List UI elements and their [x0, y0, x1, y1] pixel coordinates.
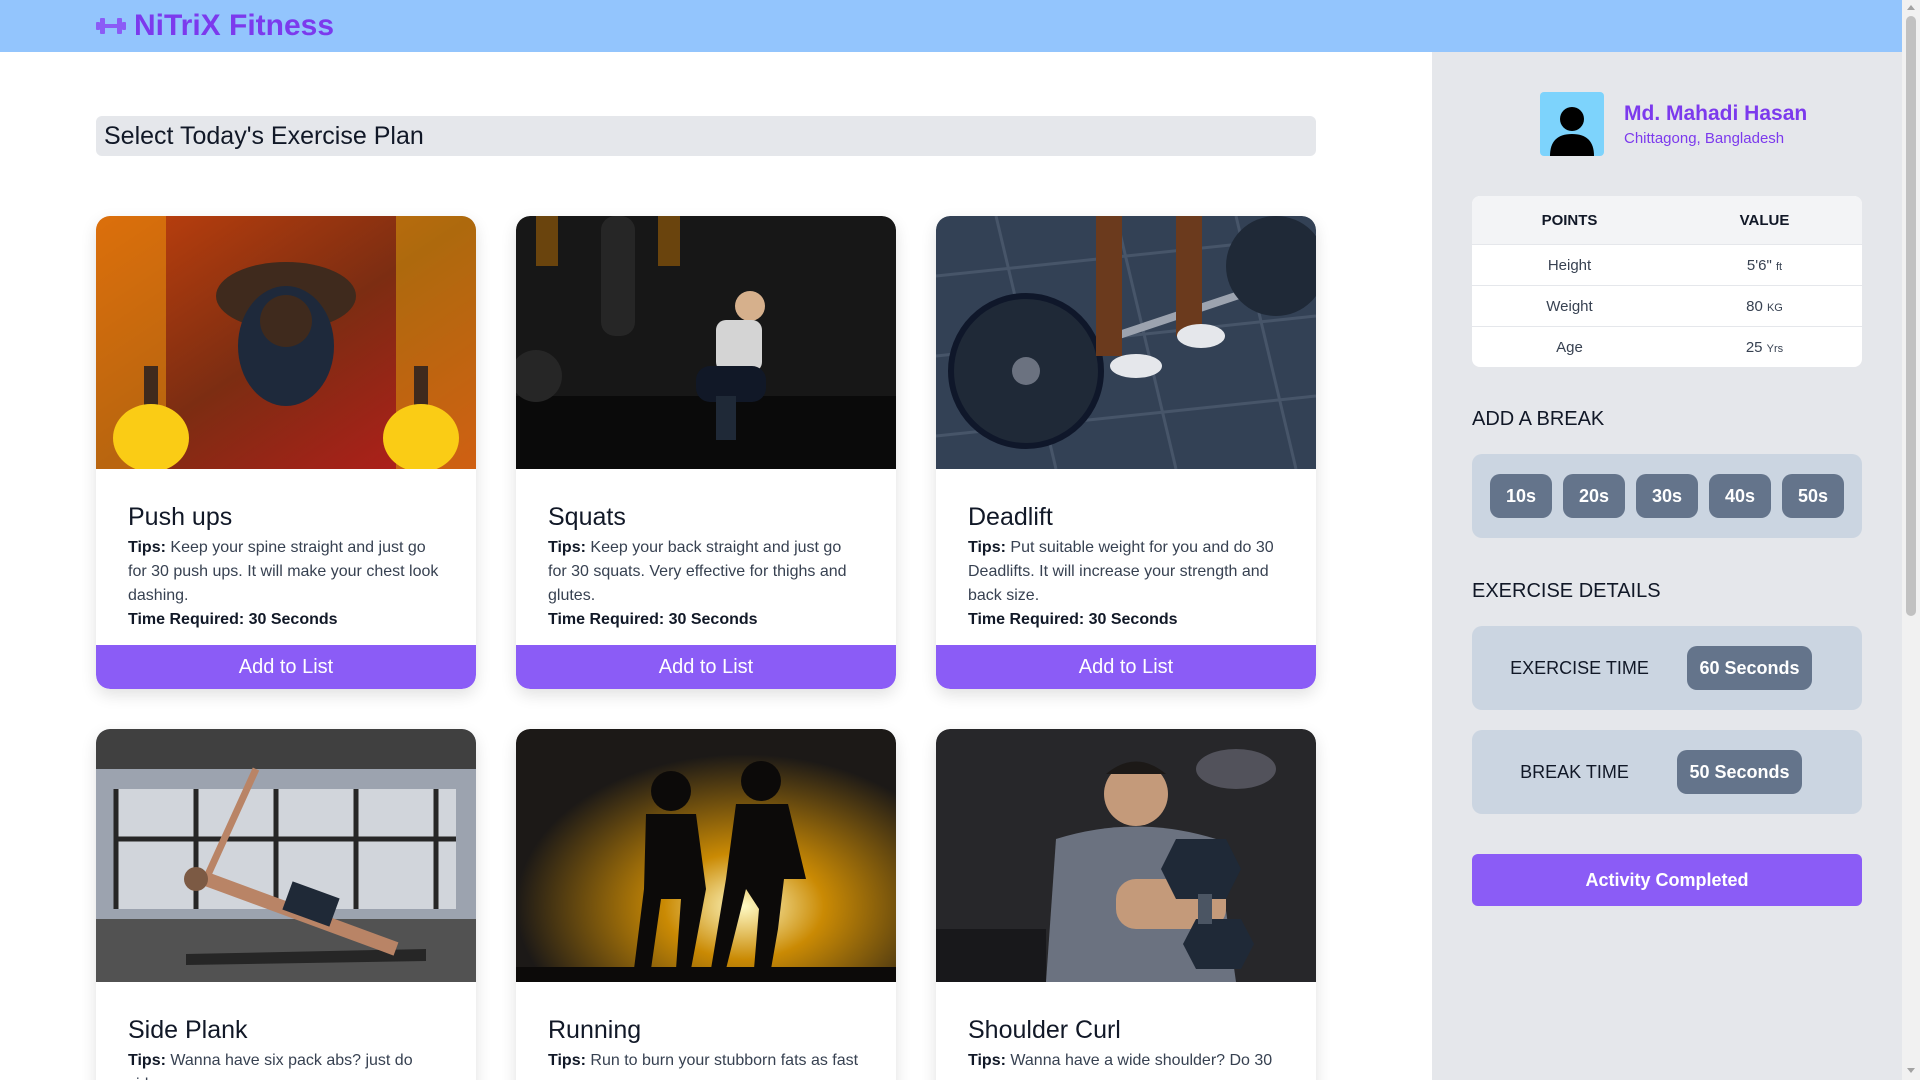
running-image: [516, 729, 896, 982]
break-30s-button[interactable]: 30s: [1636, 474, 1698, 518]
exercise-details-heading: EXERCISE DETAILS: [1472, 580, 1661, 602]
push-ups-image: [96, 216, 476, 469]
stat-value: 80 KG: [1746, 297, 1783, 315]
card-title: Running: [548, 1016, 642, 1044]
break-10s-button[interactable]: 10s: [1490, 474, 1552, 518]
exercise-time-label: EXERCISE TIME: [1510, 657, 1649, 678]
card-time-required: Time Required: 30 Seconds: [128, 611, 338, 628]
column-header: POINTS: [1541, 211, 1598, 229]
break-time-value: 50 Seconds: [1677, 750, 1802, 794]
side-plank-image: [96, 729, 476, 982]
stat-label: Weight: [1546, 297, 1593, 315]
add-to-list-button[interactable]: Add to List: [96, 645, 476, 689]
table-header: POINTS VALUE: [1472, 196, 1862, 244]
break-time-label: BREAK TIME: [1520, 761, 1629, 782]
card-title: Deadlift: [968, 503, 1053, 531]
break-40s-button[interactable]: 40s: [1709, 474, 1771, 518]
squats-image: [516, 216, 896, 469]
break-time-row: BREAK TIME 50 Seconds: [1472, 730, 1862, 814]
break-20s-button[interactable]: 20s: [1563, 474, 1625, 518]
add-to-list-button[interactable]: Add to List: [936, 645, 1316, 689]
card-title: Squats: [548, 503, 626, 531]
card-title: Shoulder Curl: [968, 1016, 1121, 1044]
card-tips: Tips: Keep your spine straight and just …: [128, 539, 439, 604]
exercise-time-value: 60 Seconds: [1687, 646, 1812, 690]
exercise-time-row: EXERCISE TIME 60 Seconds: [1472, 626, 1862, 710]
scroll-down-icon[interactable]: [1907, 1068, 1915, 1073]
exercise-card-side-plank: Side Plank Tips: Wanna have six pack abs…: [96, 729, 476, 1080]
scroll-up-icon[interactable]: [1907, 5, 1915, 10]
profile-sidebar: Md. Mahadi Hasan Chittagong, Bangladesh …: [1432, 52, 1902, 1080]
user-profile: Md. Mahadi Hasan Chittagong, Bangladesh: [1540, 92, 1807, 156]
scrollbar-thumb[interactable]: [1906, 16, 1916, 616]
add-break-heading: ADD A BREAK: [1472, 408, 1605, 430]
brand-name[interactable]: NiTriX Fitness: [134, 9, 334, 43]
table-row: Height 5'6" ft: [1472, 244, 1862, 285]
exercise-card-running: Running Tips: Run to burn your stubborn …: [516, 729, 896, 1080]
page-scrollbar[interactable]: [1902, 0, 1920, 1080]
stat-value: 5'6" ft: [1746, 256, 1783, 274]
page-title: Select Today's Exercise Plan: [96, 116, 1316, 156]
body-stats-table: POINTS VALUE Height 5'6" ft Weight 80 KG…: [1472, 196, 1862, 367]
break-options: 10s 20s 30s 40s 50s: [1472, 454, 1862, 538]
table-row: Age 25 Yrs: [1472, 326, 1862, 367]
card-title: Side Plank: [128, 1016, 248, 1044]
activity-completed-button[interactable]: Activity Completed: [1472, 854, 1862, 906]
user-location: Chittagong, Bangladesh: [1624, 129, 1785, 147]
card-time-required: Time Required: 30 Seconds: [968, 611, 1178, 628]
deadlift-image: [936, 216, 1316, 469]
stat-value: 25 Yrs: [1745, 338, 1784, 356]
exercise-card-push-ups: Push ups Tips: Keep your spine straight …: [96, 216, 476, 689]
top-navbar: NiTriX Fitness: [0, 0, 1902, 52]
user-name: Md. Mahadi Hasan: [1624, 101, 1808, 125]
break-50s-button[interactable]: 50s: [1782, 474, 1844, 518]
avatar: [1540, 92, 1604, 156]
exercise-card-deadlift: Deadlift Tips: Put suitable weight for y…: [936, 216, 1316, 689]
card-tips: Tips: Wanna have a wide shoulder? Do 30: [968, 1052, 1273, 1069]
card-tips: Tips: Run to burn your stubborn fats as …: [548, 1052, 859, 1069]
card-title: Push ups: [128, 503, 233, 531]
add-to-list-button[interactable]: Add to List: [516, 645, 896, 689]
dumbbell-icon: [96, 18, 126, 34]
exercise-card-shoulder-curl: Shoulder Curl Tips: Wanna have a wide sh…: [936, 729, 1316, 1080]
card-tips: Tips: Put suitable weight for you and do…: [968, 539, 1274, 604]
exercise-card-squats: Squats Tips: Keep your back straight and…: [516, 216, 896, 689]
table-row: Weight 80 KG: [1472, 285, 1862, 326]
column-header: VALUE: [1739, 211, 1790, 229]
stat-label: Age: [1556, 338, 1583, 356]
exercise-list-area: Select Today's Exercise Plan Push ups Ti…: [0, 52, 1432, 1080]
card-tips: Tips: Keep your back straight and just g…: [548, 539, 847, 604]
card-time-required: Time Required: 30 Seconds: [548, 611, 758, 628]
stat-label: Height: [1547, 256, 1592, 274]
shoulder-curl-image: [936, 729, 1316, 982]
card-tips: Tips: Wanna have six pack abs? just do s…: [128, 1052, 413, 1080]
user-icon: [1550, 107, 1594, 156]
